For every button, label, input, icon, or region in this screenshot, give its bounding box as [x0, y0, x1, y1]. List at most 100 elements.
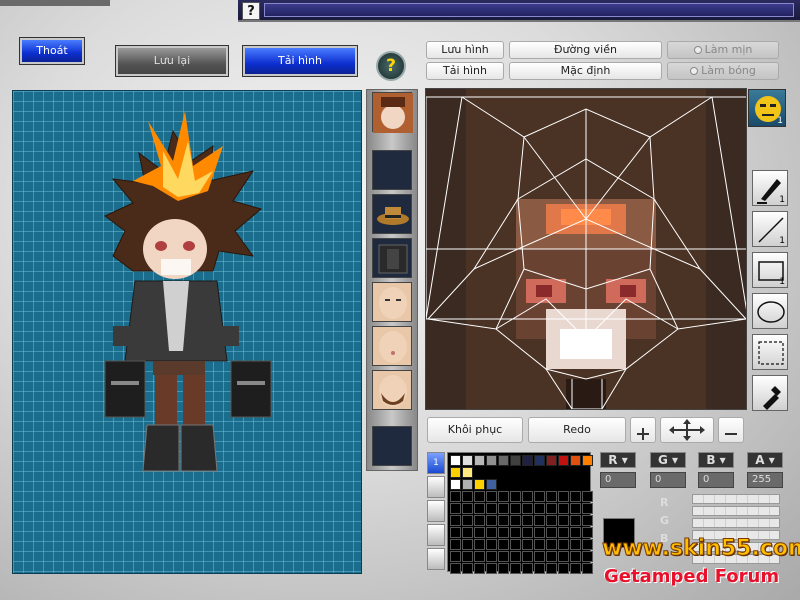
palette-empty-cell[interactable]: [486, 503, 497, 514]
palette-empty-cell[interactable]: [546, 563, 557, 574]
a-channel-label[interactable]: A ▾: [747, 452, 783, 468]
palette-empty-cell[interactable]: [558, 503, 569, 514]
rectangle-tool[interactable]: 1: [752, 252, 788, 288]
ellipse-tool[interactable]: [752, 293, 788, 329]
r-slider[interactable]: [692, 494, 780, 504]
palette-empty-cell[interactable]: [522, 503, 533, 514]
palette-swatch[interactable]: [522, 455, 533, 466]
palette-empty-cell[interactable]: [570, 551, 581, 562]
palette-empty-cell[interactable]: [498, 551, 509, 562]
palette-empty-cell[interactable]: [582, 527, 593, 538]
palette-empty-cell[interactable]: [486, 551, 497, 562]
palette-empty-cell[interactable]: [462, 539, 473, 550]
palette-swatch[interactable]: [450, 455, 461, 466]
palette-empty-cell[interactable]: [558, 515, 569, 526]
palette-empty-cell[interactable]: [534, 539, 545, 550]
restore-button[interactable]: Khôi phục: [427, 417, 523, 443]
slot-hat[interactable]: [372, 194, 412, 234]
r-slider-2[interactable]: [692, 506, 780, 516]
palette-swatch[interactable]: [498, 455, 509, 466]
palette-swatch[interactable]: [546, 455, 557, 466]
save-button[interactable]: Lưu lại: [115, 45, 229, 77]
g-channel-label[interactable]: G ▾: [650, 452, 686, 468]
palette-swatch[interactable]: [462, 455, 473, 466]
palette-empty-cell[interactable]: [486, 563, 497, 574]
outline-button[interactable]: Đường viền: [509, 41, 662, 59]
line-tool[interactable]: 1: [752, 211, 788, 247]
palette-empty-cell[interactable]: [486, 539, 497, 550]
palette-swatch[interactable]: [462, 467, 473, 478]
palette-empty-cell[interactable]: [462, 491, 473, 502]
editor-load-image-button[interactable]: Tải hình: [426, 62, 504, 80]
palette-swatch[interactable]: [486, 479, 497, 490]
palette-empty-cell[interactable]: [570, 515, 581, 526]
palette-empty-cell[interactable]: [546, 503, 557, 514]
palette-empty-cell[interactable]: [546, 527, 557, 538]
palette-swatch[interactable]: [582, 455, 593, 466]
palette-empty-cell[interactable]: [450, 539, 461, 550]
palette-empty-cell[interactable]: [498, 527, 509, 538]
palette-empty-cell[interactable]: [522, 551, 533, 562]
palette-empty-cell[interactable]: [462, 503, 473, 514]
palette-empty-cell[interactable]: [450, 563, 461, 574]
palette-swatch[interactable]: [534, 455, 545, 466]
texture-editor-canvas[interactable]: [425, 88, 747, 410]
palette-swatch[interactable]: [474, 479, 485, 490]
palette-empty-cell[interactable]: [474, 515, 485, 526]
palette-empty-cell[interactable]: [450, 491, 461, 502]
slot-empty-2[interactable]: [372, 426, 412, 466]
palette-empty-cell[interactable]: [462, 515, 473, 526]
redo-button[interactable]: Redo: [528, 417, 626, 443]
palette-empty-cell[interactable]: [486, 491, 497, 502]
palette-empty-cell[interactable]: [510, 551, 521, 562]
palette-swatch[interactable]: [570, 455, 581, 466]
palette-empty-cell[interactable]: [570, 539, 581, 550]
palette-empty-cell[interactable]: [582, 503, 593, 514]
palette-empty-cell[interactable]: [510, 563, 521, 574]
palette-swatch[interactable]: [450, 479, 461, 490]
palette-empty-cell[interactable]: [570, 563, 581, 574]
help-icon[interactable]: ?: [242, 2, 260, 20]
palette-empty-cell[interactable]: [558, 551, 569, 562]
r-value-field[interactable]: 0: [600, 472, 636, 488]
palette-empty-cell[interactable]: [534, 551, 545, 562]
b-channel-label[interactable]: B ▾: [698, 452, 734, 468]
palette-empty-cell[interactable]: [462, 551, 473, 562]
palette-empty-cell[interactable]: [534, 503, 545, 514]
palette-swatch[interactable]: [510, 455, 521, 466]
palette-swatch[interactable]: [558, 455, 569, 466]
slot-face-3[interactable]: [372, 370, 412, 410]
palette-swatch[interactable]: [474, 455, 485, 466]
palette-empty-cell[interactable]: [498, 515, 509, 526]
slot-face-1[interactable]: [372, 282, 412, 322]
palette-empty-cell[interactable]: [450, 527, 461, 538]
move-button[interactable]: [660, 417, 714, 443]
palette-empty-cell[interactable]: [582, 563, 593, 574]
brush-tool[interactable]: 1: [752, 170, 788, 206]
palette-empty-cell[interactable]: [558, 491, 569, 502]
palette-empty-cell[interactable]: [498, 503, 509, 514]
palette-empty-cell[interactable]: [498, 539, 509, 550]
palette-empty-cell[interactable]: [522, 491, 533, 502]
slot-empty-1[interactable]: [372, 150, 412, 190]
smooth-option[interactable]: Làm mịn: [667, 41, 779, 59]
shadow-radio[interactable]: [690, 67, 699, 75]
default-button[interactable]: Mặc định: [509, 62, 662, 80]
eyedropper-tool[interactable]: [752, 375, 788, 411]
palette-empty-cell[interactable]: [474, 491, 485, 502]
palette-empty-cell[interactable]: [522, 539, 533, 550]
palette-empty-cell[interactable]: [498, 563, 509, 574]
palette-empty-cell[interactable]: [546, 491, 557, 502]
palette-empty-cell[interactable]: [510, 527, 521, 538]
save-image-button[interactable]: Lưu hình: [426, 41, 504, 59]
g-slider[interactable]: [692, 518, 780, 528]
palette-swatch[interactable]: [462, 479, 473, 490]
palette-empty-cell[interactable]: [522, 527, 533, 538]
palette-empty-cell[interactable]: [474, 527, 485, 538]
palette-empty-cell[interactable]: [534, 515, 545, 526]
palette-empty-cell[interactable]: [474, 563, 485, 574]
palette-empty-cell[interactable]: [558, 563, 569, 574]
slot-face-2[interactable]: [372, 326, 412, 366]
face-badge[interactable]: 1: [748, 89, 786, 127]
palette-empty-cell[interactable]: [450, 515, 461, 526]
